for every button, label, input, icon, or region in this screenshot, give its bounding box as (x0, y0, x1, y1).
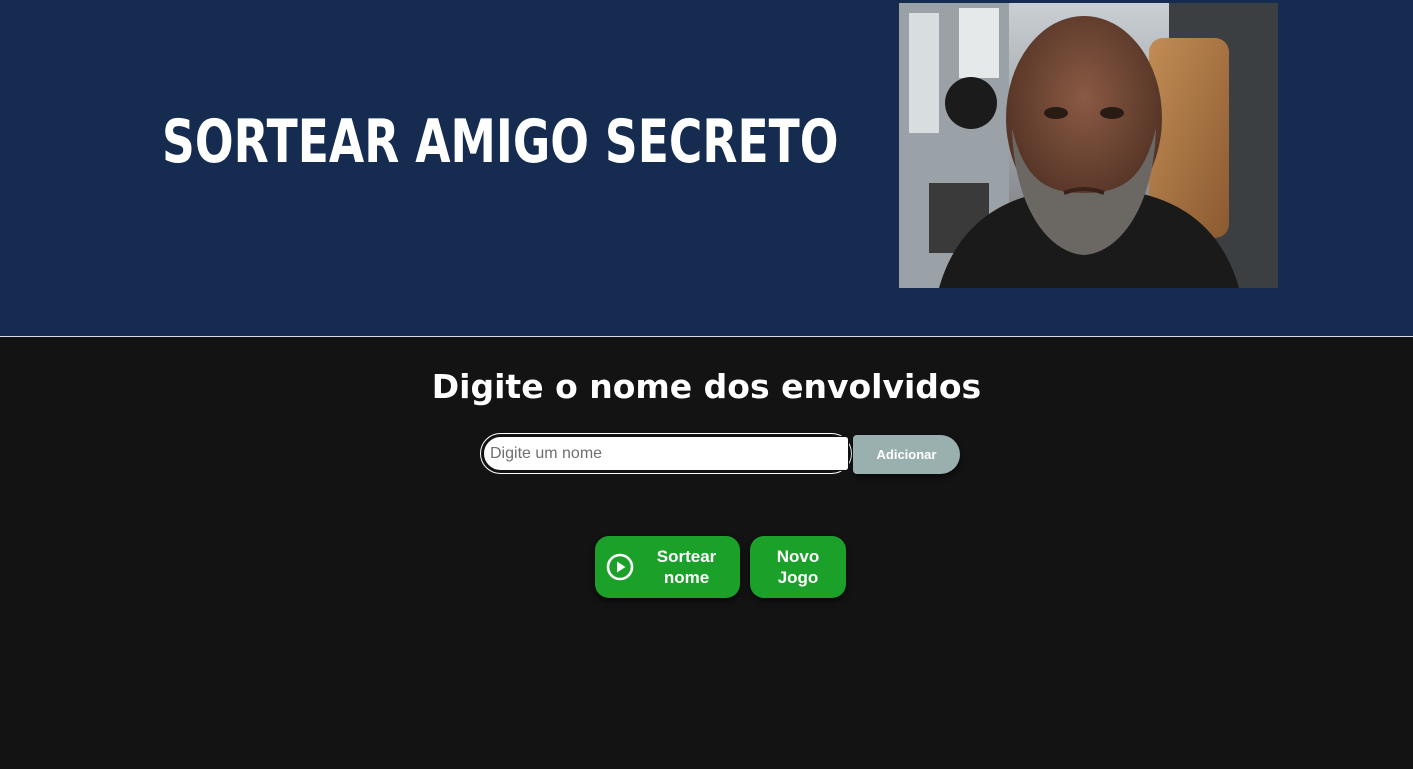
section-heading: Digite o nome dos envolvidos (431, 367, 982, 406)
new-game-label-line2: Jogo (777, 568, 819, 587)
draw-name-label-line1: Sortear (656, 547, 717, 566)
name-input-wrapper (480, 433, 852, 474)
draw-name-button[interactable]: Sortear nome (595, 536, 740, 598)
header: SORTEAR AMIGO SECRETO (0, 0, 1413, 337)
add-button[interactable]: Adicionar (853, 435, 960, 474)
draw-name-label-line2: nome (663, 568, 710, 587)
draw-name-label: Sortear nome (635, 546, 730, 588)
main-section: Digite o nome dos envolvidos Adicionar S… (0, 337, 1413, 769)
play-circle-icon (605, 552, 635, 582)
name-input[interactable] (483, 436, 849, 471)
new-game-label: Novo Jogo (777, 546, 820, 588)
header-photo (899, 3, 1278, 288)
page-title: SORTEAR AMIGO SECRETO (162, 107, 839, 177)
new-game-label-line1: Novo (776, 547, 820, 566)
new-game-button[interactable]: Novo Jogo (750, 536, 846, 598)
